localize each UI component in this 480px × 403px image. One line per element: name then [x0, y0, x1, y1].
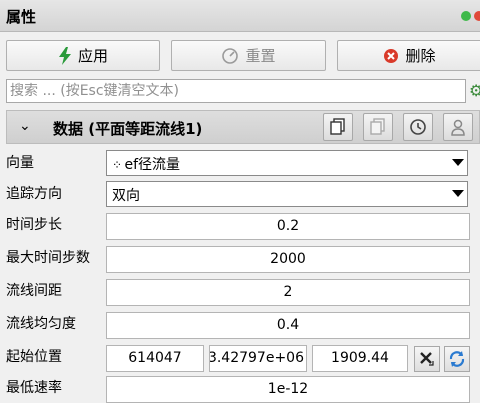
direction-row: 追踪方向 双向 [0, 179, 480, 212]
time-step-row: 时间步长 0.2 [0, 210, 480, 243]
vector-select[interactable]: ⁘ ef径流量 [106, 150, 468, 176]
paste-icon [370, 118, 385, 135]
direction-selected: 双向 [112, 188, 140, 204]
spacing-row: 流线间距 2 [0, 276, 480, 309]
reset-label: 重置 [245, 47, 276, 65]
start-z-field[interactable]: 1909.44 [312, 345, 408, 372]
min-speed-row: 最低速率 1e-12 [0, 373, 480, 403]
spacing-field[interactable]: 2 [106, 279, 470, 306]
status-green-icon[interactable] [461, 11, 471, 21]
direction-label: 追踪方向 [6, 186, 62, 202]
user-default-button[interactable] [443, 113, 473, 141]
delete-button[interactable]: 删除 [337, 40, 480, 71]
user-icon [451, 119, 465, 136]
vector-label: 向量 [6, 155, 34, 171]
close-red-icon[interactable] [474, 11, 480, 21]
start-x-field[interactable]: 614047 [106, 345, 204, 372]
time-step-field[interactable]: 0.2 [106, 213, 470, 240]
direction-select[interactable]: 双向 [106, 181, 468, 207]
copy-icon [330, 118, 345, 135]
search-settings-icon[interactable]: ⚙ [469, 80, 480, 102]
refresh-icon [449, 351, 465, 367]
panel-titlebar: 属性 [0, 0, 480, 32]
section-title: 数据 (平面等距流线1) [53, 120, 203, 138]
uniformity-field[interactable]: 0.4 [106, 312, 470, 339]
vector-row: 向量 ⁘ ef径流量 [0, 148, 480, 181]
time-step-label: 时间步长 [6, 217, 62, 233]
panel-title: 属性 [6, 8, 37, 26]
apply-label: 应用 [77, 47, 108, 65]
paste-button[interactable] [363, 113, 393, 141]
cross-pick-icon [420, 352, 434, 366]
start-y-field[interactable]: 3.42797e+06 [209, 345, 307, 372]
gauge-icon [222, 47, 239, 64]
max-steps-row: 最大时间步数 2000 [0, 243, 480, 276]
search-box[interactable] [6, 79, 466, 103]
delete-circle-icon [384, 48, 399, 63]
min-speed-field[interactable]: 1e-12 [106, 376, 470, 403]
pick-point-button[interactable] [414, 346, 440, 372]
spacing-label: 流线间距 [6, 283, 62, 299]
max-steps-label: 最大时间步数 [6, 250, 90, 266]
uniformity-row: 流线均匀度 0.4 [0, 309, 480, 342]
start-position-row: 起始位置 614047 3.42797e+06 1909.44 [0, 342, 480, 375]
start-position-label: 起始位置 [6, 349, 62, 365]
data-section-header[interactable]: ⌄ 数据 (平面等距流线1) [6, 110, 480, 144]
chevron-down-icon[interactable]: ⌄ [19, 118, 31, 134]
min-speed-label: 最低速率 [6, 380, 62, 396]
search-input[interactable] [7, 80, 465, 102]
dropdown-arrow-icon [452, 190, 464, 197]
vector-field-icon: ⁘ [112, 158, 122, 172]
delete-label: 删除 [405, 47, 436, 65]
dropdown-arrow-icon [452, 159, 464, 166]
reset-button[interactable]: 重置 [171, 40, 326, 71]
copy-button[interactable] [323, 113, 353, 141]
lightning-icon [58, 46, 71, 65]
vector-selected: ⁘ ef径流量 [112, 157, 181, 173]
refresh-button[interactable] [444, 346, 470, 372]
max-steps-field[interactable]: 2000 [106, 246, 470, 273]
uniformity-label: 流线均匀度 [6, 316, 76, 332]
history-icon [410, 119, 426, 135]
restore-default-button[interactable] [403, 113, 433, 141]
apply-button[interactable]: 应用 [6, 40, 160, 71]
